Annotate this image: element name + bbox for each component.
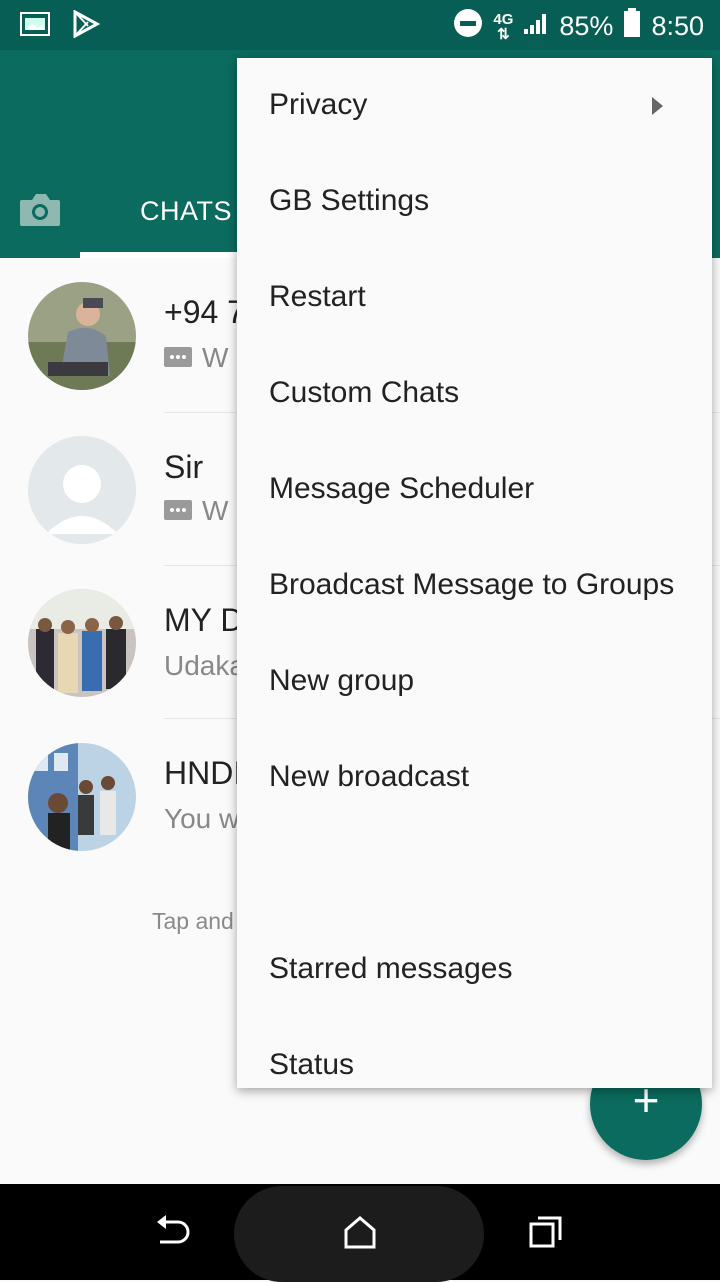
hint-text: Tap and	[152, 908, 234, 934]
avatar[interactable]	[28, 436, 136, 544]
chat-preview: W	[164, 495, 228, 527]
menu-item-starred-messages[interactable]: Starred messages	[269, 952, 512, 986]
avatar[interactable]	[28, 743, 136, 851]
chat-preview-text: Udaka	[164, 650, 245, 681]
back-icon[interactable]	[154, 1214, 192, 1255]
chat-name: +94 7	[164, 294, 245, 330]
chat-name: MY D	[164, 602, 244, 638]
chat-preview-text: W	[202, 342, 229, 373]
battery-icon	[623, 8, 641, 45]
avatar[interactable]	[28, 589, 136, 697]
overflow-menu: Privacy GB Settings Restart Custom Chats…	[237, 58, 712, 1088]
menu-item-new-broadcast[interactable]: New broadcast	[269, 760, 469, 794]
menu-item-privacy[interactable]: Privacy	[269, 88, 367, 122]
chat-name: Sir	[164, 449, 204, 485]
battery-percent: 85%	[559, 11, 614, 41]
menu-item-gb-settings[interactable]: GB Settings	[269, 184, 429, 218]
menu-item-restart[interactable]: Restart	[269, 280, 366, 314]
menu-item-custom-chats[interactable]: Custom Chats	[269, 376, 459, 410]
chat-preview: Udaka	[164, 650, 245, 682]
gallery-icon	[20, 12, 50, 41]
network-4g-icon: 4G ⇅	[493, 10, 514, 43]
message-icon	[164, 342, 192, 374]
avatar[interactable]	[28, 282, 136, 390]
menu-item-broadcast-to-groups[interactable]: Broadcast Message to Groups	[269, 568, 674, 602]
menu-item-status[interactable]: Status	[269, 1048, 354, 1082]
camera-tab[interactable]	[18, 190, 62, 235]
chat-name: HNDI	[164, 755, 243, 791]
status-bar: 4G ⇅ 85% 8:50	[0, 0, 720, 50]
chat-preview-text: W	[202, 495, 229, 526]
recent-apps-icon[interactable]	[528, 1214, 564, 1255]
network-label: 4G	[493, 10, 514, 28]
play-store-icon	[72, 9, 101, 43]
navigation-bar	[0, 1184, 720, 1282]
signal-icon	[523, 11, 549, 42]
chat-preview: W	[164, 342, 228, 374]
do-not-disturb-icon	[453, 8, 483, 45]
clock: 8:50	[651, 11, 704, 41]
menu-item-message-scheduler[interactable]: Message Scheduler	[269, 472, 534, 506]
menu-item-new-group[interactable]: New group	[269, 664, 414, 698]
home-icon[interactable]	[342, 1214, 378, 1255]
submenu-arrow-icon	[652, 97, 663, 115]
message-icon	[164, 495, 192, 527]
chat-preview-text: You w	[164, 803, 240, 834]
tab-chats[interactable]: CHATS	[140, 196, 232, 227]
chat-preview: You w	[164, 803, 239, 835]
camera-icon	[18, 194, 62, 234]
